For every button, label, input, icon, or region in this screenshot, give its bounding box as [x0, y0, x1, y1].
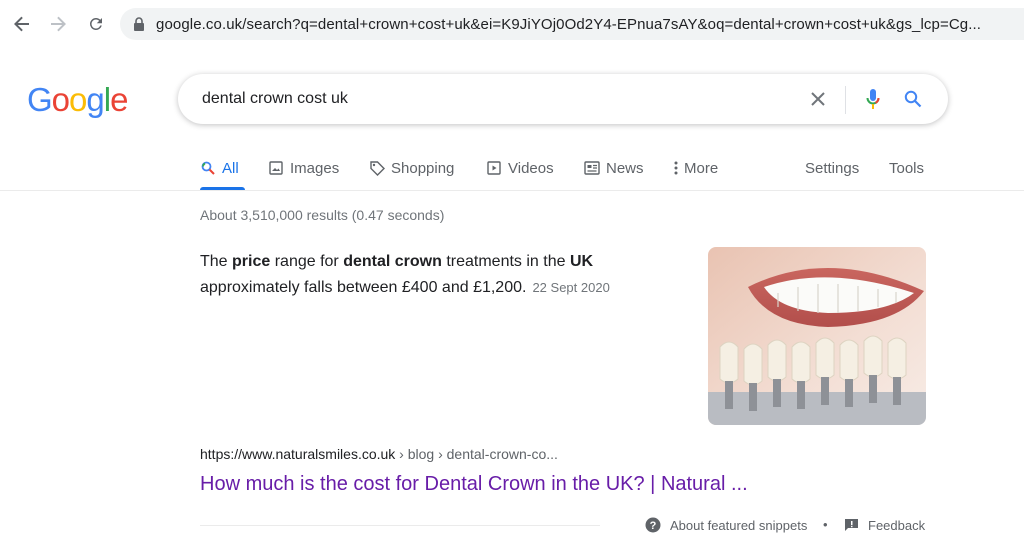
forward-arrow-icon[interactable]	[44, 10, 72, 38]
microphone-icon[interactable]	[862, 87, 884, 111]
tab-tools[interactable]: Tools	[889, 158, 924, 178]
tabs-divider	[0, 190, 1024, 191]
image-icon	[268, 160, 284, 176]
url-text: google.co.uk/search?q=dental+crown+cost+…	[156, 15, 982, 33]
tab-label: News	[606, 159, 644, 177]
snippet-date: 22 Sept 2020	[532, 280, 610, 295]
logo-letter: o	[51, 81, 70, 118]
tab-more[interactable]: More	[672, 158, 718, 178]
search-tabs: All Images Shopping Videos News More Set…	[0, 150, 1024, 190]
tab-label: Settings	[805, 159, 860, 177]
tab-label: All	[222, 159, 239, 177]
tab-label: More	[684, 159, 719, 177]
snippet-text: approximately falls between £400 and £1,…	[200, 279, 527, 296]
about-featured-snippets-link[interactable]: ? About featured snippets	[645, 517, 807, 533]
snippet-text: The	[200, 253, 233, 270]
featured-snippet-image[interactable]	[708, 247, 926, 425]
logo-letter: o	[69, 81, 87, 118]
snippet-bold: dental crown	[343, 253, 442, 270]
tab-settings[interactable]: Settings	[805, 158, 859, 178]
about-label: About featured snippets	[670, 517, 808, 533]
feedback-icon	[843, 517, 859, 533]
result-title-link[interactable]: How much is the cost for Dental Crown in…	[200, 473, 748, 496]
lock-icon	[132, 17, 146, 31]
tab-label: Images	[290, 159, 340, 177]
back-arrow-icon[interactable]	[8, 10, 36, 38]
search-input[interactable]	[202, 88, 782, 110]
logo-letter: e	[110, 81, 128, 118]
feedback-label: Feedback	[868, 517, 926, 533]
search-box-divider	[845, 86, 846, 114]
result-breadcrumbs: › blog › dental-crown-co...	[395, 446, 558, 462]
tab-label: Videos	[508, 159, 554, 177]
tab-shopping[interactable]: Shopping	[369, 158, 454, 178]
tab-all[interactable]: All	[200, 158, 239, 178]
play-icon	[486, 160, 502, 176]
clear-icon[interactable]	[806, 87, 830, 111]
browser-toolbar: google.co.uk/search?q=dental+crown+cost+…	[0, 0, 1024, 48]
logo-letter: G	[27, 81, 53, 118]
reload-icon[interactable]	[82, 10, 110, 38]
search-icon[interactable]	[901, 87, 925, 111]
search-box	[178, 74, 948, 124]
footer-separator: •	[823, 517, 828, 532]
svg-text:?: ?	[650, 520, 657, 532]
address-bar[interactable]: google.co.uk/search?q=dental+crown+cost+…	[120, 8, 1024, 40]
logo-letter: g	[86, 81, 104, 118]
tab-images[interactable]: Images	[268, 158, 339, 178]
tag-icon	[369, 160, 385, 176]
result-domain: https://www.naturalsmiles.co.uk	[200, 446, 396, 462]
snippet-bold: UK	[569, 253, 594, 270]
tab-videos[interactable]: Videos	[486, 158, 554, 178]
featured-snippet-text: The price range for dental crown treatme…	[200, 249, 670, 301]
feedback-link[interactable]: Feedback	[843, 517, 925, 533]
tab-label: Tools	[889, 159, 925, 177]
more-vert-icon	[672, 160, 680, 176]
google-logo[interactable]: Google	[27, 81, 128, 119]
result-url[interactable]: https://www.naturalsmiles.co.uk › blog ›…	[200, 446, 558, 462]
result-stats: About 3,510,000 results (0.47 seconds)	[200, 207, 445, 223]
newspaper-icon	[584, 160, 600, 176]
search-icon	[200, 160, 216, 176]
help-icon: ?	[645, 517, 661, 533]
tab-label: Shopping	[391, 159, 455, 177]
snippet-text: range for	[270, 253, 344, 270]
snippet-footer-divider	[200, 525, 600, 526]
snippet-text: treatments in the	[441, 253, 570, 270]
tab-news[interactable]: News	[584, 158, 644, 178]
snippet-bold: price	[232, 253, 271, 270]
